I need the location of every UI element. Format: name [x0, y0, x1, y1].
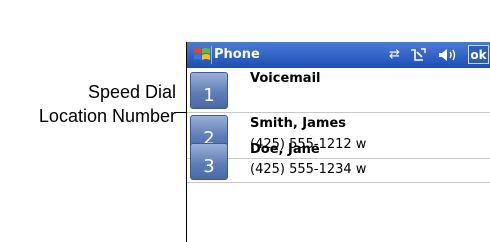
- row-divider: [187, 182, 490, 183]
- app-title: Phone: [214, 47, 260, 62]
- speed-dial-row[interactable]: 3 Doe, Jane (425) 555-1234 w: [187, 139, 490, 183]
- connectivity-icon[interactable]: ⇄: [389, 47, 400, 63]
- phone-signal-icon[interactable]: [409, 47, 427, 63]
- callout-label: Speed Dial Location Number: [0, 80, 176, 128]
- contact-name: Voicemail: [250, 71, 321, 86]
- callout-line2: Location Number: [38, 106, 176, 126]
- contact-phone-number: (425) 555-1234 w: [250, 162, 367, 177]
- windows-start-icon[interactable]: [193, 46, 211, 64]
- volume-icon[interactable]: [437, 47, 459, 63]
- title-separator: [211, 46, 212, 64]
- speed-dial-row[interactable]: 1 Voicemail: [187, 68, 490, 112]
- ok-button[interactable]: ok: [468, 45, 489, 64]
- title-bar: Phone ⇄ ok: [187, 42, 490, 68]
- speed-dial-location-button[interactable]: 3: [190, 143, 228, 180]
- phone-screen: Phone ⇄ ok 1 Voicemail 2 Smith, James (4…: [186, 42, 490, 242]
- contact-name: Doe, Jane: [250, 142, 320, 157]
- contact-name: Smith, James: [250, 116, 347, 131]
- callout-line1: Speed Dial: [87, 82, 176, 102]
- speed-dial-location-number: 3: [203, 156, 215, 177]
- speed-dial-location-button[interactable]: 1: [190, 72, 228, 109]
- speed-dial-location-number: 1: [203, 85, 215, 106]
